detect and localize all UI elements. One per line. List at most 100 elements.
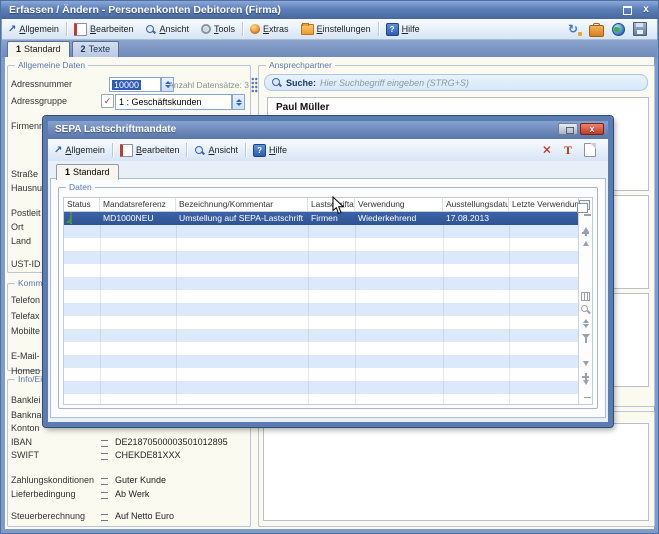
scroll-to-top-icon[interactable] (581, 217, 590, 227)
bottom-right-panel (263, 423, 649, 521)
col-verwendung[interactable]: Verwendung (355, 198, 443, 211)
menu-separator (186, 143, 187, 157)
magnifier-icon (194, 145, 205, 156)
notebook-icon (74, 23, 87, 36)
hausnummer-label: Hausnu (11, 183, 42, 193)
zoom-search-icon[interactable] (581, 305, 590, 314)
gear-icon (201, 24, 211, 34)
search-placeholder: Hier Suchbegriff eingeben (STRG+S) (320, 78, 469, 88)
sepa-dialog-titlebar: SEPA Lastschriftmandate (48, 121, 608, 139)
menu-separator (378, 22, 379, 36)
menu-bearbeiten[interactable]: Bearbeiten (68, 19, 140, 39)
column-options-icon[interactable] (579, 200, 590, 210)
col-bezeichnung[interactable]: Bezeichnung/Kommentar (176, 198, 308, 211)
contact-name: Paul Müller (276, 102, 329, 113)
iban-value: DE21870500003501012895 (115, 437, 228, 447)
steuerberechnung-label: Steuerberechnung (11, 511, 85, 521)
adressgruppe-stepper[interactable] (232, 94, 245, 110)
mandate-table-body[interactable]: MD1000NEU Umstellung auf SEPA-Lastschrif… (64, 212, 578, 404)
dialog-tab-page: Daten Status Mandatsreferenz Bezeichnung… (50, 178, 606, 418)
main-menubar: Allgemein Bearbeiten Ansicht Tools Extra… (2, 19, 657, 40)
cell-bezeichnung: Umstellung auf SEPA-Lastschrift (176, 212, 308, 225)
group-daten: Daten Status Mandatsreferenz Bezeichnung… (58, 187, 598, 409)
menu-tools[interactable]: Tools (195, 19, 241, 39)
equals-icon (101, 453, 108, 460)
scroll-down-icon[interactable] (581, 361, 590, 366)
sync-icon[interactable] (568, 23, 581, 36)
bankname-label: Bankna (11, 410, 42, 420)
tab-texte[interactable]: 2Texte (72, 41, 120, 57)
equals-icon (101, 492, 108, 499)
col-letzte-verwendung[interactable]: Letzte Verwendung (509, 198, 578, 211)
filter-funnel-icon[interactable] (581, 334, 590, 339)
main-window: Erfassen / Ändern - Personenkonten Debit… (0, 0, 659, 534)
sepa-dialog-menubar: Allgemein Bearbeiten Ansicht Hilfe (48, 139, 608, 162)
menu-hilfe[interactable]: Hilfe (380, 19, 426, 39)
row-add-bottom-icon[interactable] (581, 373, 590, 380)
delete-icon[interactable] (542, 143, 552, 157)
new-document-icon[interactable] (584, 143, 596, 157)
col-ausstellungsdatum[interactable]: Ausstellungsdatum (443, 198, 509, 211)
strasse-label: Straße (11, 169, 38, 179)
cell-mandatsreferenz: MD1000NEU (100, 212, 176, 225)
pin-icon[interactable] (564, 143, 572, 158)
grid-view-icon[interactable] (581, 292, 590, 301)
row-add-icon[interactable] (581, 229, 590, 236)
menu-separator (245, 143, 246, 157)
table-row-selected[interactable]: MD1000NEU Umstellung auf SEPA-Lastschrif… (64, 212, 578, 225)
menu-extras[interactable]: Extras (244, 19, 295, 39)
anzahl-datensaetze: Anzahl Datensätze: 3 (139, 80, 249, 90)
menu-einstellungen[interactable]: Einstellungen (295, 19, 377, 39)
mandate-table: Status Mandatsreferenz Bezeichnung/Komme… (63, 197, 593, 405)
dialog-menu-allgemein[interactable]: Allgemein (48, 139, 111, 161)
swift-value: CHEKDE81XXX (115, 450, 181, 460)
bankleitzahl-label: Banklei (11, 395, 41, 405)
mandate-table-header: Status Mandatsreferenz Bezeichnung/Komme… (64, 198, 578, 212)
adressgruppe-check-icon[interactable] (101, 94, 114, 108)
iban-label: IBAN (11, 437, 32, 447)
contact-search-input[interactable]: Suche: Hier Suchbegriff eingeben (STRG+S… (264, 74, 648, 91)
adressgruppe-select[interactable]: 1 : Geschäftskunden (115, 94, 232, 110)
save-icon[interactable] (633, 22, 647, 36)
dialog-menu-hilfe[interactable]: Hilfe (247, 139, 293, 161)
lieferbedingung-value: Ab Werk (115, 489, 149, 499)
scroll-to-bottom-icon[interactable] (581, 385, 590, 395)
menu-ansicht[interactable]: Ansicht (139, 19, 195, 39)
group-allgemeine-daten-label: Allgemeine Daten (15, 60, 88, 70)
table-side-toolbar (578, 198, 592, 404)
dialog-restore-icon[interactable] (558, 123, 578, 135)
restore-window-icon[interactable] (621, 4, 634, 15)
dialog-menu-bearbeiten[interactable]: Bearbeiten (114, 139, 186, 161)
zahlungskonditionen-value: Guter Kunde (115, 475, 166, 485)
sepa-dialog-title: SEPA Lastschriftmandate (48, 121, 176, 139)
notebook-icon (120, 144, 133, 157)
postleitzahl-label: Postleit (11, 208, 41, 218)
dialog-menu-ansicht[interactable]: Ansicht (188, 139, 244, 161)
globe-icon[interactable] (612, 23, 625, 36)
zahlungskonditionen-label: Zahlungskonditionen (11, 475, 94, 485)
tab-standard[interactable]: 1Standard (7, 41, 70, 57)
col-status[interactable]: Status (64, 198, 100, 211)
col-mandatsreferenz[interactable]: Mandatsreferenz (100, 198, 176, 211)
splitter-handle[interactable] (251, 77, 258, 93)
dialog-tab-standard[interactable]: 1Standard (56, 164, 119, 180)
mandate-status-icon (70, 212, 72, 224)
steuerberechnung-value: Auf Netto Euro (115, 511, 174, 521)
briefcase-icon[interactable] (589, 25, 604, 37)
scroll-up-icon[interactable] (581, 241, 590, 246)
sepa-dialog: SEPA Lastschriftmandate Allgemein Bearbe… (43, 116, 613, 427)
sort-icon[interactable] (581, 319, 590, 328)
menu-allgemein[interactable]: Allgemein (2, 19, 65, 39)
ort-label: Ort (11, 222, 24, 232)
close-window-icon[interactable] (640, 4, 652, 15)
dialog-close-icon[interactable] (580, 123, 604, 135)
menu-separator (66, 22, 67, 36)
adressgruppe-label: Adressgruppe (11, 96, 67, 106)
telefon-label: Telefon (11, 295, 40, 305)
help-icon (253, 144, 266, 157)
kontonummer-label: Konton (11, 423, 40, 433)
swift-label: SWIFT (11, 450, 39, 460)
arrow-ne-icon (54, 145, 62, 156)
email-label: E-Mail- (11, 351, 40, 361)
equals-icon (101, 514, 108, 521)
